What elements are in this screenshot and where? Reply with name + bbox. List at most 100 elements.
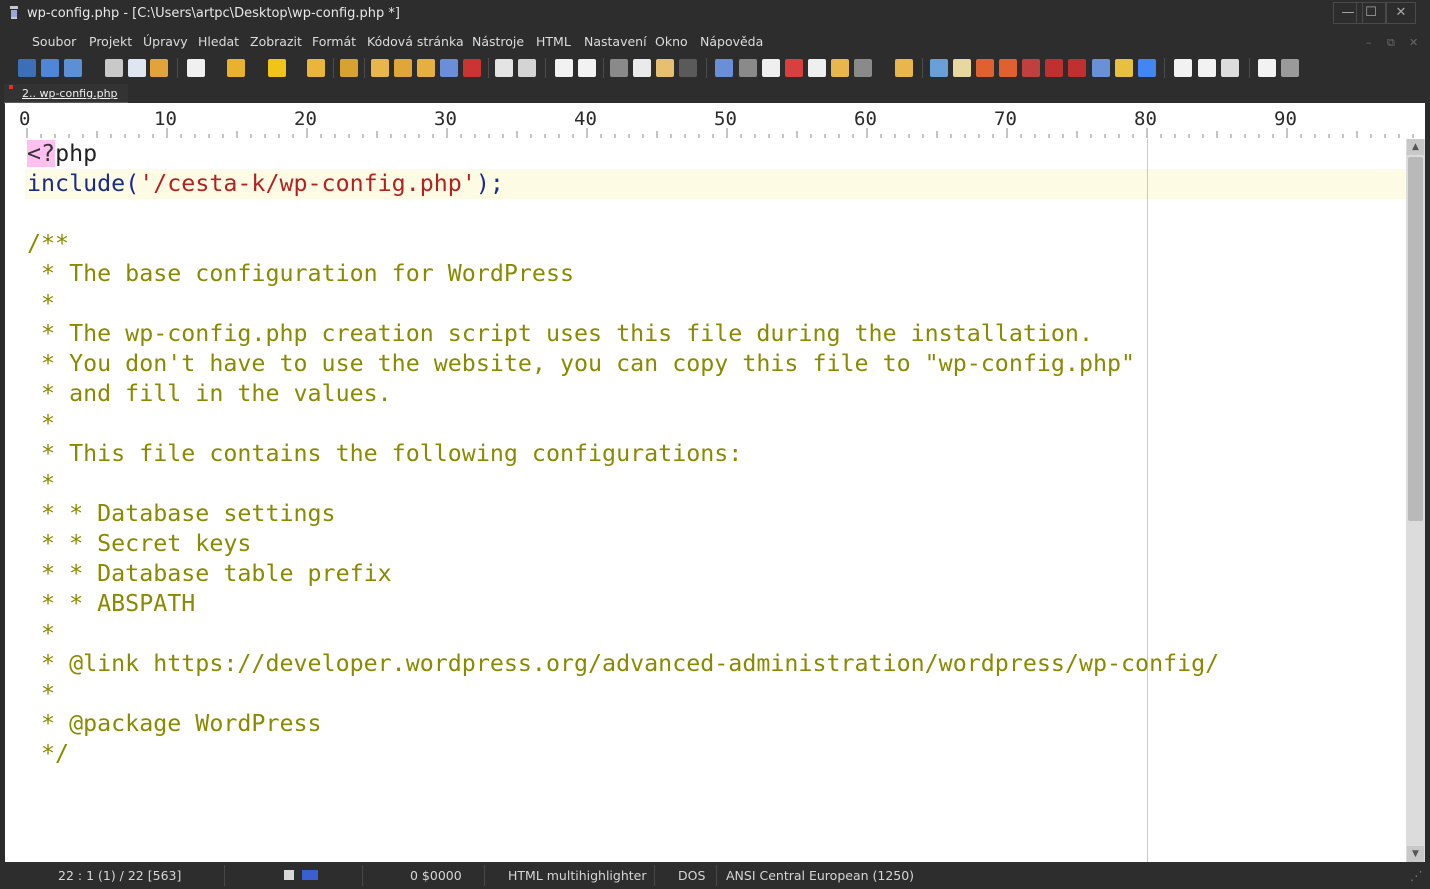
code-line[interactable]: * The wp-config.php creation script uses… (27, 319, 1219, 349)
menu-napoveda[interactable]: Nápověda (700, 34, 763, 49)
template-icon[interactable] (953, 59, 971, 77)
binary-icon[interactable] (1198, 59, 1216, 77)
scrollbar-thumb[interactable] (1408, 157, 1423, 521)
code-line[interactable]: * * Database settings (27, 499, 1219, 529)
mdi-restore-button[interactable]: ⧉ (1387, 36, 1395, 50)
block-icon[interactable] (808, 59, 826, 77)
menu-zobrazit[interactable]: Zobrazit (250, 34, 302, 49)
tag-close-icon[interactable] (1068, 59, 1086, 77)
insert-icon[interactable] (930, 59, 948, 77)
pie-icon[interactable] (976, 59, 994, 77)
menu-format[interactable]: Formát (312, 34, 356, 49)
scroll-down-icon[interactable]: ▼ (1407, 846, 1424, 862)
mdi-minimize-button[interactable]: – (1366, 36, 1372, 49)
modified-indicator-icon (9, 85, 13, 89)
record-icon[interactable] (1258, 59, 1276, 77)
code-text[interactable]: <?php include('/cesta-k/wp-config.php'); … (27, 139, 1219, 769)
vertical-scrollbar[interactable]: ▲ ▼ (1406, 139, 1425, 862)
code-line[interactable]: * (27, 619, 1219, 649)
google-icon[interactable] (1138, 59, 1156, 77)
menu-nastaveni[interactable]: Nastavení (584, 34, 647, 49)
menu-nastroje[interactable]: Nástroje (472, 34, 524, 49)
indent-icon[interactable] (715, 59, 733, 77)
lock-icon[interactable] (831, 59, 849, 77)
cut-icon[interactable] (610, 59, 628, 77)
code-line[interactable]: * and fill in the values. (27, 379, 1219, 409)
code-line[interactable]: * @link https://developer.wordpress.org/… (27, 649, 1219, 679)
bookmark-icon[interactable] (463, 59, 481, 77)
code-editor[interactable]: <?php include('/cesta-k/wp-config.php'); … (5, 139, 1406, 862)
pilcrow-icon[interactable] (739, 59, 757, 77)
menu-upravy[interactable]: Úpravy (143, 34, 188, 49)
code-line[interactable]: * @package WordPress (27, 709, 1219, 739)
macro-icon[interactable] (1221, 59, 1239, 77)
menu-hledat[interactable]: Hledat (198, 34, 239, 49)
code-line[interactable]: * * ABSPATH (27, 589, 1219, 619)
code-line[interactable]: * (27, 409, 1219, 439)
code-line[interactable]: * (27, 679, 1219, 709)
redo-icon[interactable] (578, 59, 596, 77)
menu-html[interactable]: HTML (536, 34, 571, 49)
preview-icon[interactable] (495, 59, 513, 77)
search-icon[interactable] (371, 59, 389, 77)
palette-icon[interactable] (999, 59, 1017, 77)
menu-projekt[interactable]: Projekt (89, 34, 132, 49)
scroll-up-icon[interactable]: ▲ (1407, 139, 1424, 155)
wrap-icon[interactable] (762, 59, 780, 77)
spell-icon[interactable] (854, 59, 872, 77)
play-icon[interactable] (1174, 59, 1192, 77)
print-icon[interactable] (105, 59, 123, 77)
number-icon[interactable] (128, 59, 146, 77)
code-line[interactable]: * The base configuration for WordPress (27, 259, 1219, 289)
delete-icon[interactable] (679, 59, 697, 77)
window-title: wp-config.php - [C:\Users\artpc\Desktop\… (27, 6, 400, 21)
tree-icon[interactable] (340, 59, 358, 77)
code-line[interactable]: * * Database table prefix (27, 559, 1219, 589)
code-line[interactable]: */ (27, 739, 1219, 769)
open-project-icon[interactable] (41, 59, 59, 77)
code-line[interactable]: * This file contains the following confi… (27, 439, 1219, 469)
pin-icon[interactable] (895, 59, 913, 77)
find-in-files-icon[interactable] (417, 59, 435, 77)
code-line[interactable]: include('/cesta-k/wp-config.php'); (27, 169, 1219, 199)
more-icon[interactable] (1281, 59, 1299, 77)
resize-grip-icon[interactable]: ⋰ (1410, 868, 1423, 883)
color-icon[interactable] (785, 59, 803, 77)
code-line[interactable]: <?php (27, 139, 1219, 169)
undo-icon[interactable] (555, 59, 573, 77)
new-file-icon[interactable] (187, 59, 205, 77)
tab-wp-config[interactable]: 2.. wp-config.php (4, 84, 128, 104)
code-line[interactable]: * * Secret keys (27, 529, 1219, 559)
line-endings[interactable]: DOS (678, 868, 705, 883)
code-token: * * ABSPATH (27, 590, 196, 617)
paste-icon[interactable] (656, 59, 674, 77)
code-line[interactable]: * You don't have to use the website, you… (27, 349, 1219, 379)
menu-soubor[interactable]: Soubor (32, 34, 76, 49)
mdi-close-button[interactable]: ✕ (1409, 36, 1418, 49)
code-line[interactable]: /** (27, 229, 1219, 259)
highlighter-mode[interactable]: HTML multihighlighter (508, 868, 647, 883)
maximize-button[interactable]: ☐ (1356, 2, 1386, 24)
filter-icon[interactable] (1115, 59, 1133, 77)
code-line[interactable] (27, 199, 1219, 229)
find-next-icon[interactable] (394, 59, 412, 77)
encoding[interactable]: ANSI Central European (1250) (726, 868, 914, 883)
save-icon[interactable] (268, 59, 286, 77)
menu-kodova-stranka[interactable]: Kódová stránka (367, 34, 464, 49)
copy-icon[interactable] (633, 59, 651, 77)
close-button[interactable]: ✕ (1386, 2, 1416, 24)
save-all-icon[interactable] (307, 59, 325, 77)
browser-icon[interactable] (1092, 59, 1110, 77)
menu-okno[interactable]: Okno (655, 34, 688, 49)
save-project-icon[interactable] (64, 59, 82, 77)
open-folder-icon[interactable] (227, 59, 245, 77)
new-project-icon[interactable] (18, 59, 36, 77)
edit-icon[interactable] (150, 59, 168, 77)
html-text-icon[interactable] (1022, 59, 1040, 77)
printer-icon[interactable] (518, 59, 536, 77)
replace-icon[interactable] (440, 59, 458, 77)
code-line[interactable]: * (27, 469, 1219, 499)
code-line[interactable]: * (27, 289, 1219, 319)
ruler-number: 40 (574, 108, 597, 130)
tag-icon[interactable] (1045, 59, 1063, 77)
